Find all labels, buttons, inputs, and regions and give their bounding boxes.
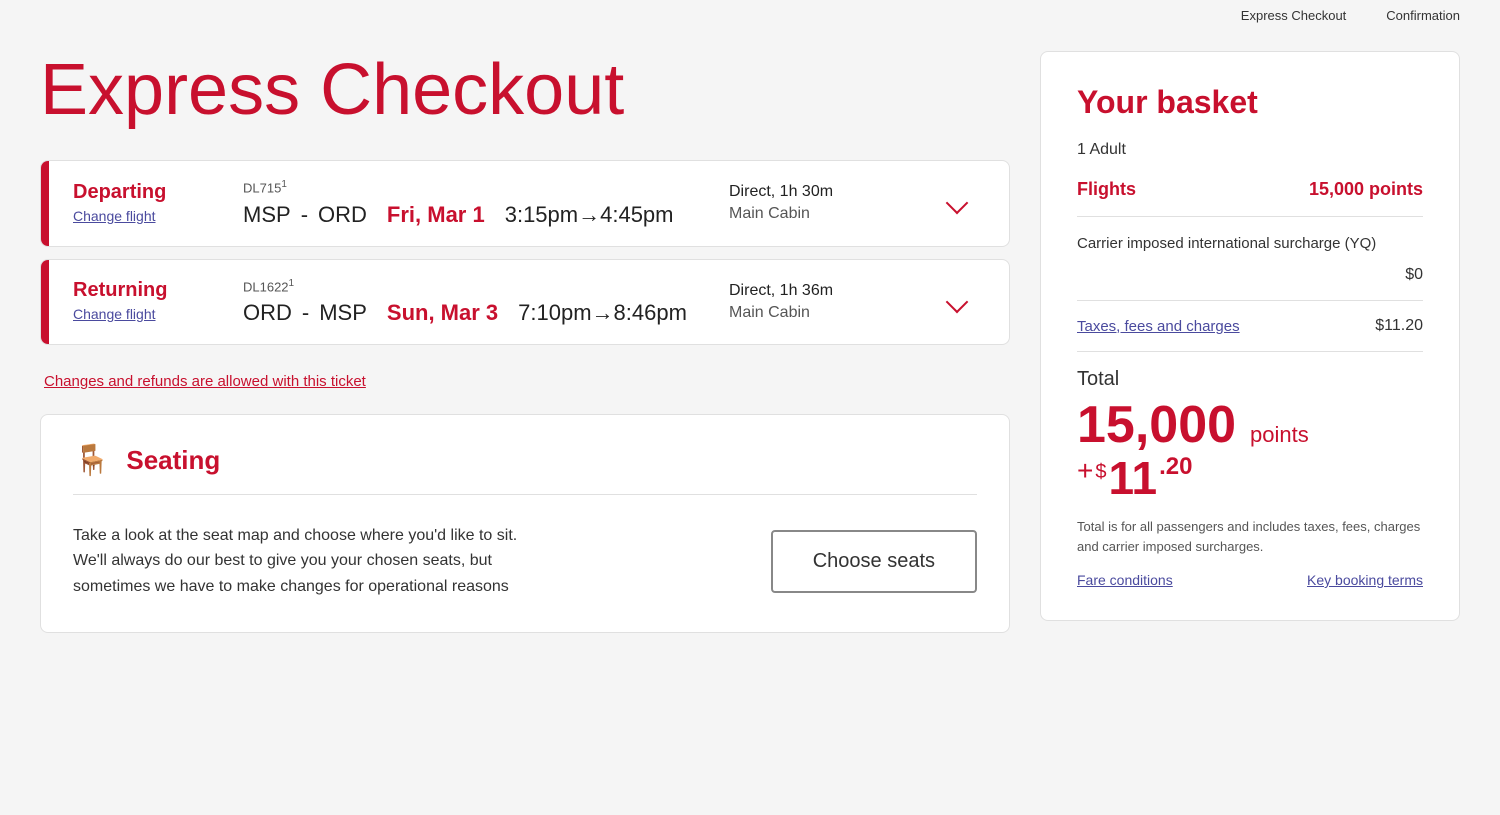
basket-taxes-value: $11.20 <box>1375 317 1423 335</box>
returning-chevron-icon <box>946 290 969 313</box>
basket-cash-int: 11 <box>1108 455 1157 501</box>
returning-direct-info: Direct, 1h 36m <box>729 282 889 300</box>
basket-adult: 1 Adult <box>1077 141 1423 159</box>
returning-change-flight[interactable]: Change flight <box>73 306 156 322</box>
returning-flight-card: Returning Change flight DL16221 ORD - MS… <box>40 259 1010 345</box>
fare-conditions-link[interactable]: Fare conditions <box>1077 572 1173 588</box>
basket-cash-dec: .20 <box>1159 455 1192 479</box>
departing-expand-button[interactable] <box>929 195 985 211</box>
returning-cabin-class: Main Cabin <box>729 304 889 322</box>
returning-route-sep: - <box>302 300 309 326</box>
basket-total-label: Total <box>1077 368 1423 391</box>
returning-accent <box>41 260 49 344</box>
nav-confirmation: Confirmation <box>1386 8 1460 23</box>
departing-change-flight[interactable]: Change flight <box>73 208 156 224</box>
returning-route-to: MSP <box>319 300 367 326</box>
departing-accent <box>41 161 49 245</box>
seat-icon: 🪑 <box>73 443 110 478</box>
choose-seats-button[interactable]: Choose seats <box>771 530 977 593</box>
departing-route-sep: - <box>301 202 308 228</box>
nav-express-checkout: Express Checkout <box>1241 8 1347 23</box>
basket-taxes-link[interactable]: Taxes, fees and charges <box>1077 318 1240 335</box>
departing-time: 3:15pm→4:45pm <box>505 202 674 228</box>
returning-flight-number: DL16221 <box>243 278 687 294</box>
basket-surcharge-value: $0 <box>1405 266 1423 284</box>
changes-allowed-link[interactable]: Changes and refunds are allowed with thi… <box>44 373 366 390</box>
returning-expand-button[interactable] <box>929 294 985 310</box>
departing-date: Fri, Mar 1 <box>387 202 485 228</box>
departing-flight-card: Departing Change flight DL7151 MSP - ORD… <box>40 160 1010 246</box>
basket-title: Your basket <box>1077 84 1423 121</box>
basket-flights-label: Flights <box>1077 179 1136 200</box>
returning-time: 7:10pm→8:46pm <box>518 300 687 326</box>
basket-disclaimer: Total is for all passengers and includes… <box>1077 517 1423 556</box>
seating-title: Seating <box>126 445 220 476</box>
returning-route-from: ORD <box>243 300 292 326</box>
basket-total-points-label: points <box>1250 422 1309 448</box>
departing-chevron-icon <box>946 192 969 215</box>
departing-route-from: MSP <box>243 202 291 228</box>
basket-surcharge-label: Carrier imposed international surcharge … <box>1077 233 1376 254</box>
basket-panel: Your basket 1 Adult Flights 15,000 point… <box>1040 51 1460 621</box>
basket-plus-sign: + <box>1077 455 1093 487</box>
departing-route-to: ORD <box>318 202 367 228</box>
seating-card: 🪑 Seating Take a look at the seat map an… <box>40 414 1010 633</box>
departing-label: Departing <box>73 181 203 204</box>
seating-description: Take a look at the seat map and choose w… <box>73 523 553 600</box>
basket-flights-value: 15,000 points <box>1309 179 1423 200</box>
returning-label: Returning <box>73 279 203 302</box>
departing-cabin-class: Main Cabin <box>729 205 889 223</box>
basket-total-points: 15,000 <box>1077 399 1236 451</box>
returning-date: Sun, Mar 3 <box>387 300 498 326</box>
key-booking-terms-link[interactable]: Key booking terms <box>1307 572 1423 588</box>
page-title: Express Checkout <box>40 51 1010 130</box>
departing-direct-info: Direct, 1h 30m <box>729 183 889 201</box>
basket-dollar-sign: $ <box>1095 461 1106 484</box>
departing-flight-number: DL7151 <box>243 179 674 195</box>
